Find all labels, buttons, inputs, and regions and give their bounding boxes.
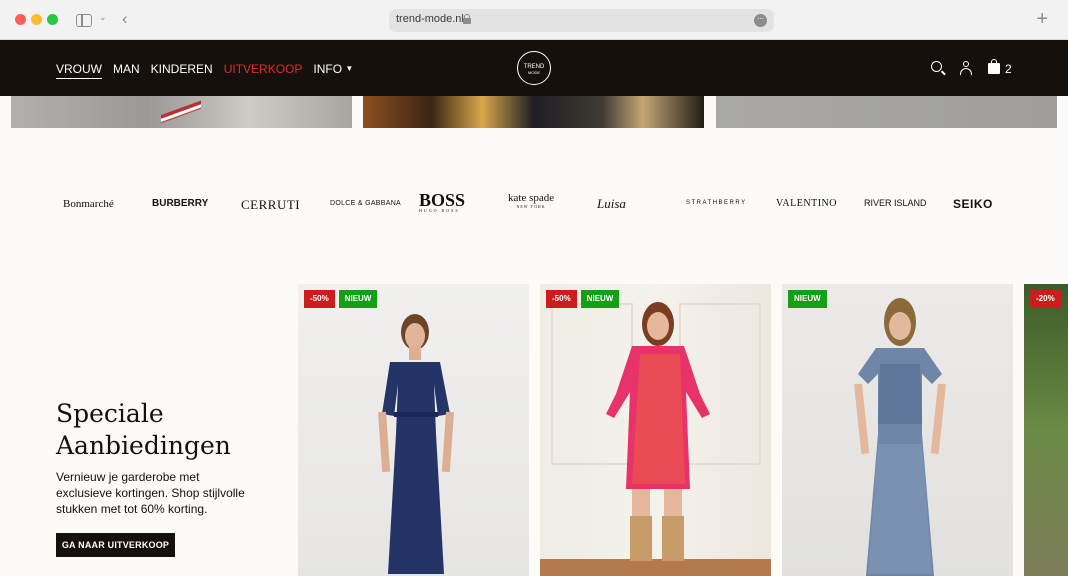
site-logo[interactable]: TREND MODE: [517, 51, 551, 85]
shopping-bag-icon[interactable]: [988, 59, 1000, 74]
nav-item-kinderen[interactable]: KINDEREN: [151, 62, 213, 79]
hero-image-2[interactable]: [363, 96, 704, 128]
brand-logo-boss[interactable]: BOSS HUGO BOSS: [419, 191, 465, 213]
brand-logo-river-island[interactable]: RIVER ISLAND: [864, 198, 927, 208]
discount-badge: -50%: [546, 290, 577, 308]
main-content: Bonmarché BURBERRY CERRUTI DOLCE & GABBA…: [0, 96, 1068, 576]
new-badge: NIEUW: [580, 290, 620, 308]
address-bar[interactable]: trend-mode.nl ···: [389, 9, 774, 32]
discount-badge: -50%: [304, 290, 335, 308]
hero-image-1[interactable]: [11, 96, 352, 128]
product-card[interactable]: NIEUW: [782, 284, 1013, 576]
brand-logo-burberry[interactable]: BURBERRY: [152, 198, 208, 209]
logo-text-bottom: MODE: [528, 70, 540, 75]
new-tab-icon[interactable]: +: [1036, 8, 1048, 31]
go-to-sale-button[interactable]: GA NAAR UITVERKOOP: [56, 533, 175, 557]
maximize-window-button[interactable]: [47, 14, 58, 25]
product-card[interactable]: -20%: [1024, 284, 1068, 576]
promo-title: Speciale Aanbiedingen: [56, 399, 231, 460]
product-card[interactable]: -50% NIEUW: [540, 284, 771, 576]
product-badges: -50% NIEUW: [304, 290, 378, 308]
product-image: [378, 314, 454, 574]
product-badges: NIEUW: [788, 290, 827, 308]
chevron-down-icon[interactable]: ⌄: [99, 12, 107, 23]
back-arrow-icon[interactable]: ‹: [122, 9, 128, 29]
main-nav: VROUW MAN KINDEREN UITVERKOOP INFO ▼: [56, 62, 353, 79]
hero-image-3[interactable]: [716, 96, 1057, 128]
brand-logo-cerruti[interactable]: CERRUTI: [241, 197, 300, 213]
brand-logo-luisa[interactable]: Luisa: [597, 196, 626, 212]
url-text: trend-mode.nl: [396, 13, 464, 25]
site-header: VROUW MAN KINDEREN UITVERKOOP INFO ▼ TRE…: [0, 40, 1068, 96]
brand-logo-strathberry[interactable]: STRATHBERRY: [686, 200, 747, 206]
brand-boss-sub: HUGO BOSS: [419, 208, 460, 213]
product-badges: -20%: [1030, 290, 1061, 308]
lock-icon: [463, 14, 471, 24]
caret-down-icon: ▼: [345, 64, 354, 73]
search-icon[interactable]: [931, 61, 942, 72]
new-badge: NIEUW: [338, 290, 378, 308]
product-badges: -50% NIEUW: [546, 290, 620, 308]
cart-count: 2: [1005, 62, 1012, 76]
brand-kate-spade-name: kate spade: [508, 192, 555, 204]
new-badge: NIEUW: [788, 290, 827, 308]
product-image: [854, 298, 946, 576]
nav-item-uitverkoop[interactable]: UITVERKOOP: [224, 62, 303, 79]
brand-strip: Bonmarché BURBERRY CERRUTI DOLCE & GABBA…: [0, 191, 1068, 218]
product-card[interactable]: -50% NIEUW: [298, 284, 529, 576]
account-icon[interactable]: [960, 61, 972, 75]
more-options-icon[interactable]: ···: [754, 14, 767, 27]
brand-logo-seiko[interactable]: SEIKO: [953, 197, 993, 211]
brand-logo-kate-spade[interactable]: kate spade NEW YORK: [508, 193, 554, 210]
minimize-window-button[interactable]: [31, 14, 42, 25]
brand-logo-bonmarche[interactable]: Bonmarché: [63, 198, 114, 210]
discount-badge: -20%: [1030, 290, 1061, 308]
nav-item-man[interactable]: MAN: [113, 62, 140, 79]
brand-logo-dolce-gabbana[interactable]: DOLCE & GABBANA: [330, 200, 401, 207]
brand-logo-valentino[interactable]: VALENTINO: [776, 198, 837, 209]
brand-kate-spade-sub: NEW YORK: [516, 204, 546, 209]
nav-item-info-label: INFO: [313, 62, 343, 76]
promo-description: Vernieuw je garderobe met exclusieve kor…: [56, 470, 245, 516]
close-window-button[interactable]: [15, 14, 26, 25]
product-image: [540, 302, 771, 576]
nav-item-info[interactable]: INFO ▼: [313, 62, 353, 79]
brand-boss-name: BOSS: [419, 190, 466, 210]
nav-item-vrouw[interactable]: VROUW: [56, 62, 102, 79]
sidebar-toggle-icon[interactable]: [76, 14, 92, 27]
browser-toolbar: ⌄ ‹ trend-mode.nl ··· +: [0, 0, 1068, 40]
